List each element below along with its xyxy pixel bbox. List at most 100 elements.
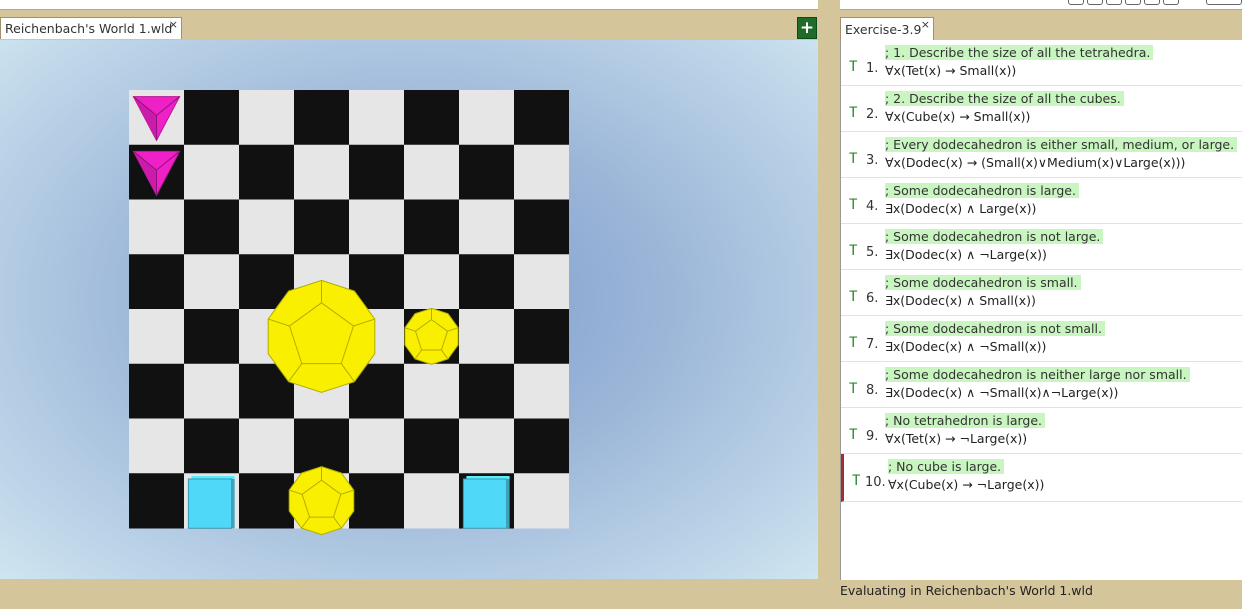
exercise-tab[interactable]: Exercise-3.9 ×	[840, 17, 934, 40]
board-square[interactable]	[349, 418, 404, 474]
board-square[interactable]	[404, 473, 459, 529]
status-text: Evaluating in Reichenbach's World 1.wld	[840, 583, 1093, 598]
sentence-row[interactable]: T 10.; No cube is large. ∀x(Cube(x) → ¬Lar…	[841, 454, 1242, 502]
sentence-formula[interactable]: ∃x(Dodec(x) ∧ ¬Small(x)∧¬Large(x))	[885, 385, 1118, 400]
board-square[interactable]	[239, 90, 294, 146]
board-square[interactable]	[514, 473, 569, 529]
board-square[interactable]	[294, 144, 349, 200]
board-square[interactable]	[239, 199, 294, 255]
board-square[interactable]	[129, 199, 184, 255]
board-square[interactable]	[459, 90, 514, 146]
board-square[interactable]	[349, 199, 404, 255]
board-square[interactable]	[349, 144, 404, 200]
truth-value: T	[849, 289, 858, 305]
sentence-row[interactable]: T 7. ; Some dodecahedron is not small. ∃x(D…	[841, 316, 1242, 362]
add-world-button[interactable]: +	[797, 17, 817, 39]
board-square[interactable]	[514, 199, 569, 255]
board-square[interactable]	[459, 309, 514, 365]
sentence-formula[interactable]: ∃x(Dodec(x) ∧ ¬Large(x))	[885, 247, 1047, 262]
board-square[interactable]	[404, 363, 459, 419]
world-board[interactable]	[129, 90, 569, 536]
dodecahedron-block[interactable]	[288, 466, 355, 536]
toolbar-button[interactable]	[1125, 0, 1141, 5]
sentence-row[interactable]: T 1. ; 1. Describe the size of all the tet…	[841, 40, 1242, 86]
board-square[interactable]	[294, 199, 349, 255]
board-square[interactable]	[294, 418, 349, 474]
board-square[interactable]	[239, 418, 294, 474]
sentence-number: 10.	[865, 475, 886, 490]
board-square[interactable]	[129, 418, 184, 474]
board-square[interactable]	[184, 90, 239, 146]
board-square[interactable]	[459, 254, 514, 310]
board-square[interactable]	[404, 90, 459, 146]
close-icon[interactable]: ×	[169, 18, 178, 31]
board-square[interactable]	[129, 309, 184, 365]
board-square[interactable]	[349, 90, 404, 146]
toolbar-button[interactable]	[1106, 0, 1122, 5]
cube-block[interactable]	[462, 475, 510, 529]
dodecahedron-block[interactable]	[267, 279, 376, 393]
board-square[interactable]	[184, 418, 239, 474]
toolbar-button[interactable]	[1087, 0, 1103, 5]
board-square[interactable]	[239, 473, 294, 529]
board-square[interactable]	[404, 418, 459, 474]
board-square[interactable]	[239, 144, 294, 200]
board-square[interactable]	[459, 418, 514, 474]
board-square[interactable]	[514, 144, 569, 200]
board-square[interactable]	[459, 199, 514, 255]
board-square[interactable]	[184, 254, 239, 310]
board-square[interactable]	[184, 363, 239, 419]
board-square[interactable]	[129, 473, 184, 529]
cube-block[interactable]	[187, 475, 235, 529]
sentence-row[interactable]: T 8. ; Some dodecahedron is neither large …	[841, 362, 1242, 408]
sentence-formula[interactable]: ∀x(Tet(x) → ¬Large(x))	[885, 431, 1027, 446]
sentence-row[interactable]: T 4. ; Some dodecahedron is large. ∃x(Dodec…	[841, 178, 1242, 224]
sentence-formula[interactable]: ∀x(Tet(x) → Small(x))	[885, 63, 1016, 78]
dodecahedron-block[interactable]	[404, 307, 459, 365]
board-square[interactable]	[349, 473, 404, 529]
board-square[interactable]	[404, 199, 459, 255]
board-square[interactable]	[294, 90, 349, 146]
world-tab[interactable]: Reichenbach's World 1.wld ×	[0, 17, 182, 39]
truth-value: T	[849, 105, 858, 121]
board-square[interactable]	[514, 90, 569, 146]
sentence-formula[interactable]: ∃x(Dodec(x) ∧ Large(x))	[885, 201, 1036, 216]
board-square[interactable]	[184, 144, 239, 200]
board-square[interactable]	[514, 254, 569, 310]
sentence-row[interactable]: T 3. ; Every dodecahedron is either small,…	[841, 132, 1242, 178]
toolbar-button[interactable]	[1144, 0, 1160, 5]
sentence-formula[interactable]: ∀x(Dodec(x) → (Small(x)∨Medium(x)∨Large(…	[885, 155, 1185, 170]
sentence-row[interactable]: T 6. ; Some dodecahedron is small. ∃x(Dodec…	[841, 270, 1242, 316]
top-toolbar-right	[840, 0, 1242, 10]
board-square[interactable]	[129, 254, 184, 310]
sentence-comment: ; Every dodecahedron is either small, me…	[885, 137, 1238, 152]
top-toolbar-left	[0, 0, 818, 10]
sentence-row[interactable]: T 5. ; Some dodecahedron is not large. ∃x(D…	[841, 224, 1242, 270]
board-square[interactable]	[514, 309, 569, 365]
sentence-formula[interactable]: ∃x(Dodec(x) ∧ Small(x))	[885, 293, 1036, 308]
board-square[interactable]	[514, 418, 569, 474]
board-square[interactable]	[404, 254, 459, 310]
sentence-formula[interactable]: ∀x(Cube(x) → ¬Large(x))	[888, 477, 1044, 492]
sentence-number: 5.	[866, 245, 879, 260]
toolbar-button[interactable]	[1068, 0, 1084, 5]
sentence-row[interactable]: T 9. ; No tetrahedron is large. ∀x(Tet(x) →…	[841, 408, 1242, 454]
truth-value: T	[849, 197, 858, 213]
truth-value: T	[849, 59, 858, 75]
board-square[interactable]	[404, 144, 459, 200]
board-square[interactable]	[129, 363, 184, 419]
close-icon[interactable]: ×	[921, 18, 930, 31]
sentence-row[interactable]: T 2. ; 2. Describe the size of all the cub…	[841, 86, 1242, 132]
board-square[interactable]	[184, 199, 239, 255]
board-square[interactable]	[459, 144, 514, 200]
sentence-formula[interactable]: ∀x(Cube(x) → Small(x))	[885, 109, 1030, 124]
sentence-comment: ; 2. Describe the size of all the cubes.	[885, 91, 1124, 106]
toolbar-button[interactable]	[1163, 0, 1179, 5]
sentence-number: 6.	[866, 291, 879, 306]
board-square[interactable]	[184, 309, 239, 365]
toolbar-button[interactable]	[1206, 0, 1242, 5]
sentence-formula[interactable]: ∃x(Dodec(x) ∧ ¬Small(x))	[885, 339, 1046, 354]
board-square[interactable]	[459, 363, 514, 419]
sentence-number: 2.	[866, 107, 879, 122]
board-square[interactable]	[514, 363, 569, 419]
